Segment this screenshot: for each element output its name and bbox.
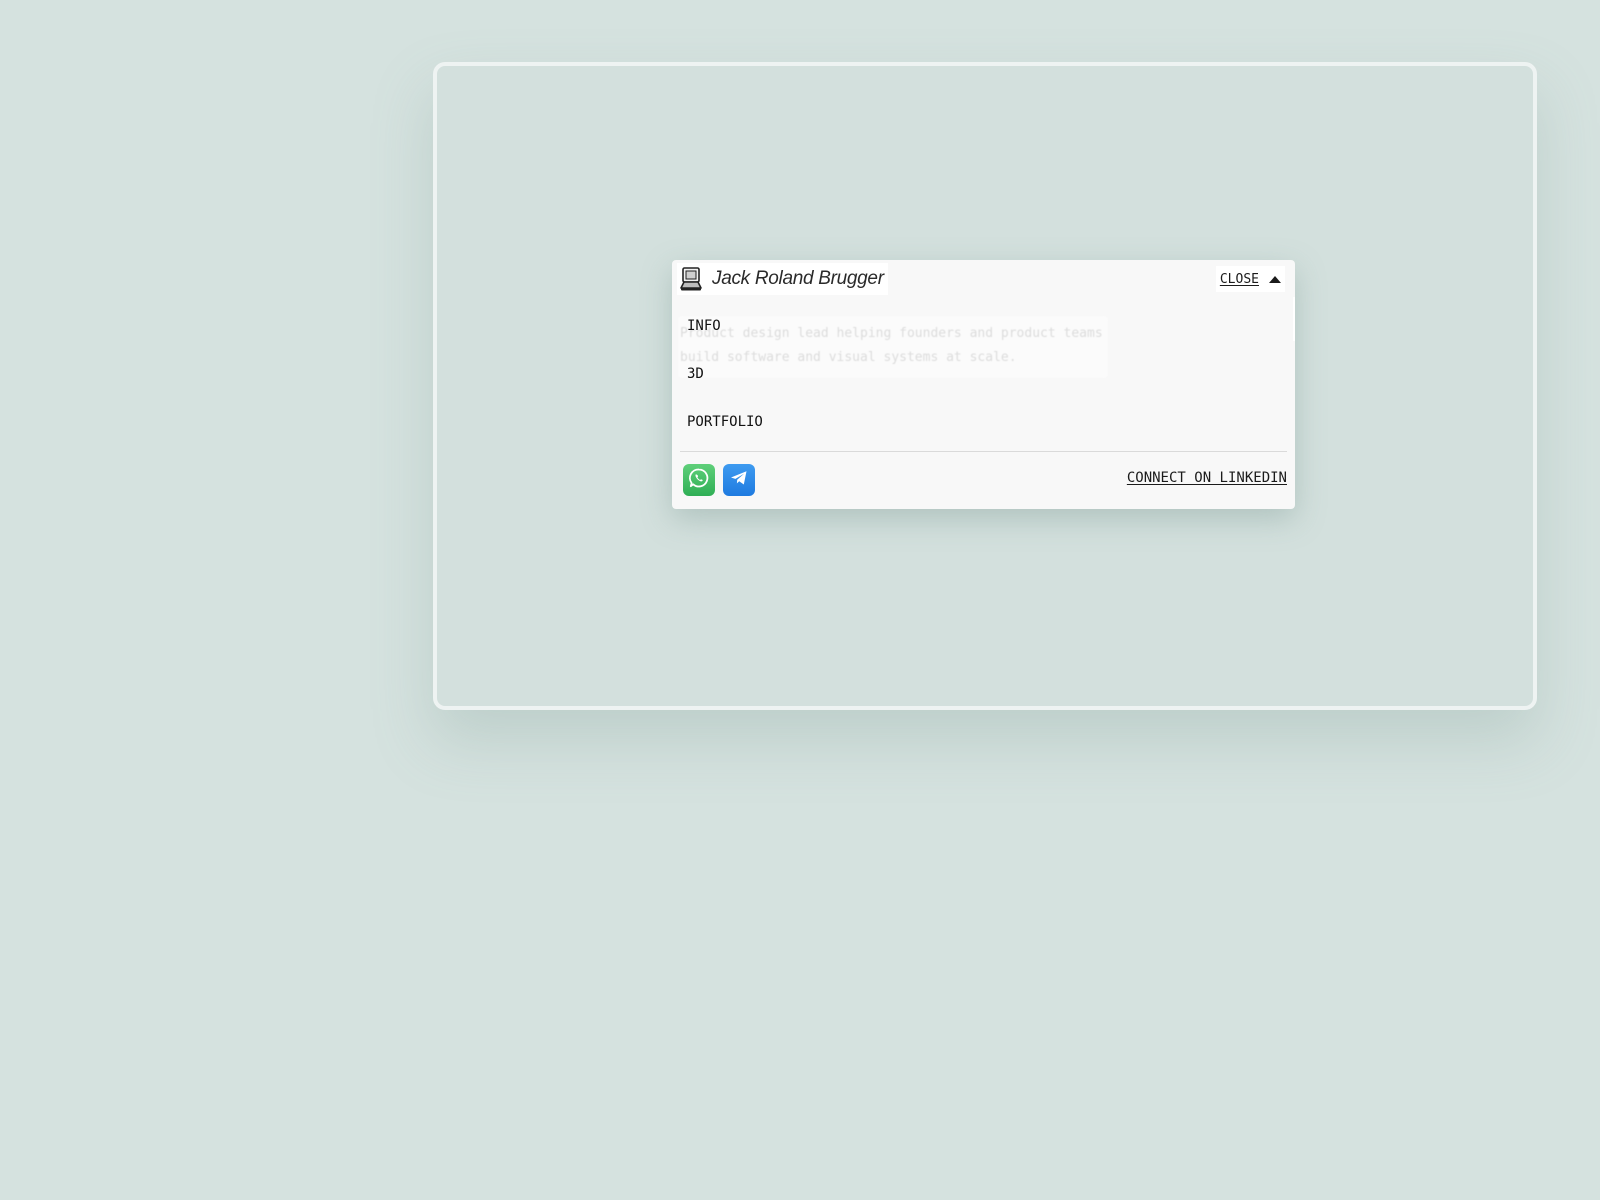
telegram-icon: [728, 467, 750, 493]
caret-up-icon: [1269, 275, 1281, 283]
menu-header: Jack Roland Brugger CLOSE: [672, 260, 1295, 297]
nav-item-3d[interactable]: 3D: [687, 362, 763, 410]
divider: [680, 451, 1287, 452]
nav-item-portfolio[interactable]: PORTFOLIO: [687, 410, 763, 458]
brand-name: Jack Roland Brugger: [712, 268, 884, 289]
close-button[interactable]: CLOSE: [1215, 266, 1285, 292]
linkedin-link[interactable]: CONNECT ON LINKEDIN: [1127, 470, 1287, 486]
telegram-button[interactable]: [723, 464, 755, 496]
social-links: [683, 464, 755, 496]
header-edge: [1293, 297, 1295, 341]
menu-panel: Jack Roland Brugger CLOSE Product design…: [672, 260, 1295, 509]
nav-item-info[interactable]: INFO: [687, 314, 763, 362]
whatsapp-button[interactable]: [683, 464, 715, 496]
brand[interactable]: Jack Roland Brugger: [677, 263, 888, 295]
laptop-icon: [679, 266, 703, 292]
menu-nav: INFO 3D PORTFOLIO: [687, 314, 763, 458]
close-label: CLOSE: [1219, 271, 1259, 287]
whatsapp-icon: [688, 467, 710, 493]
